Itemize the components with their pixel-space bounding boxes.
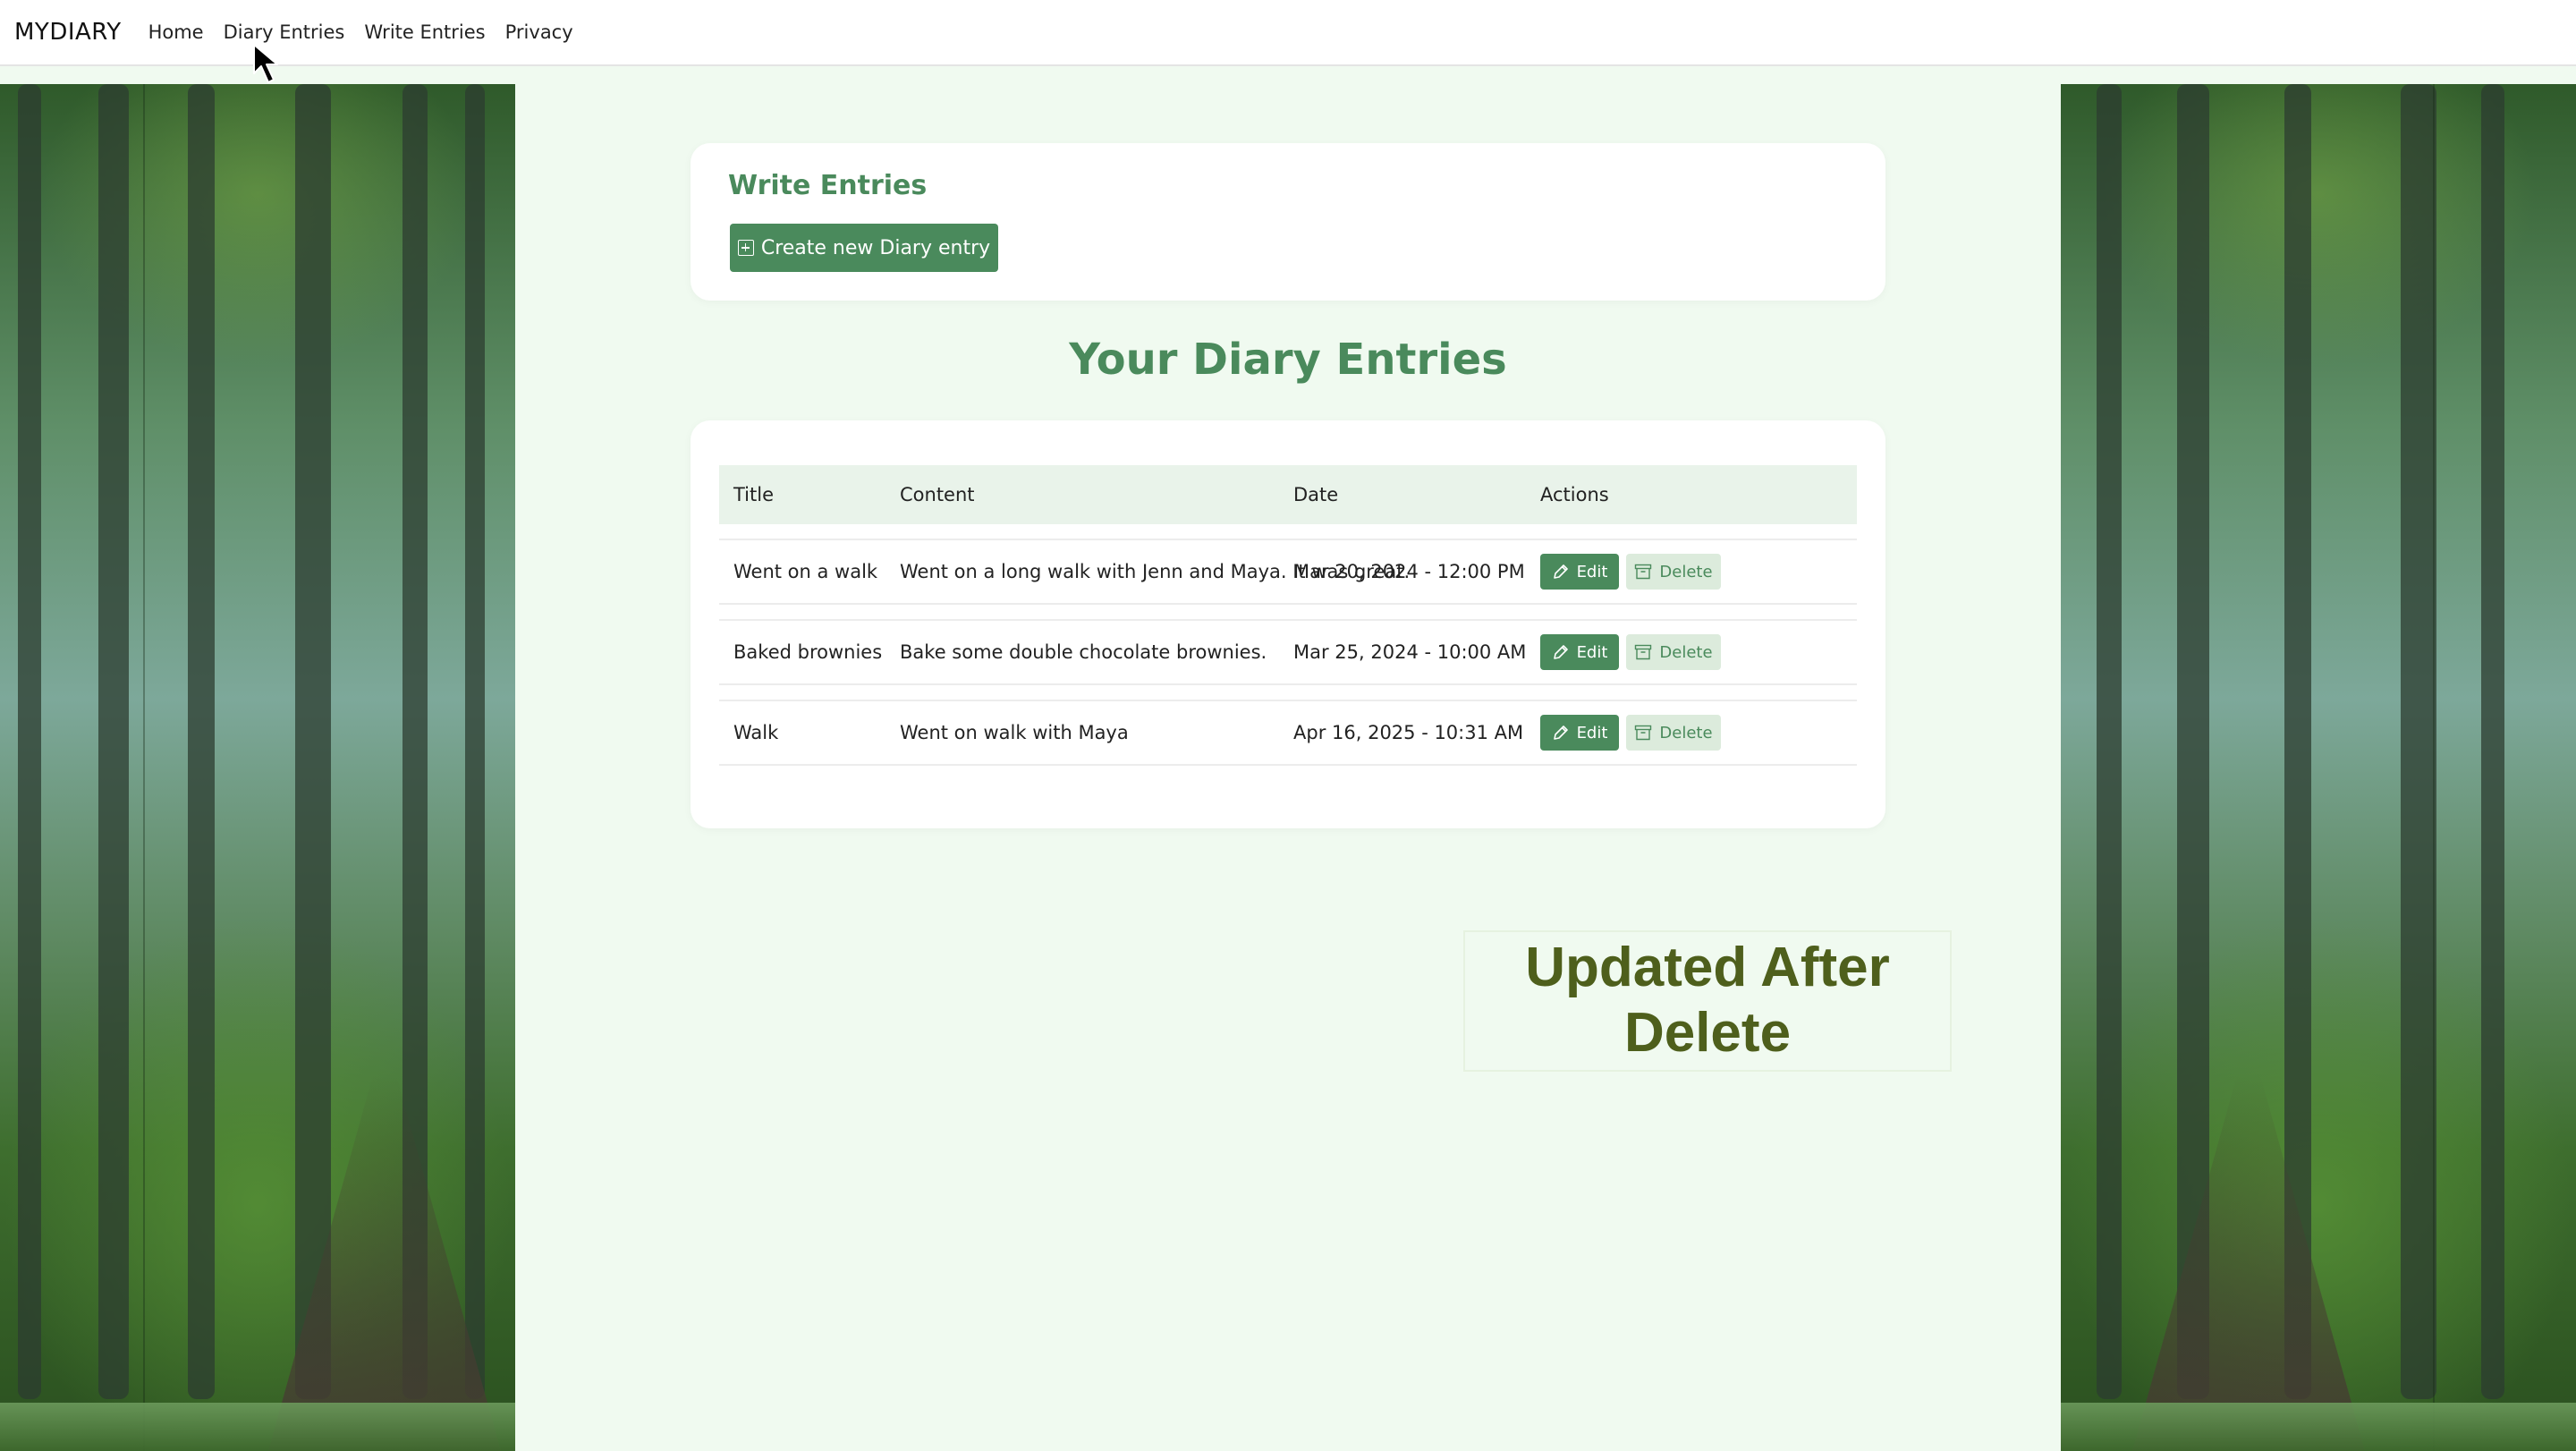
nav-link-privacy[interactable]: Privacy <box>505 21 573 43</box>
archive-icon <box>1634 564 1652 580</box>
column-header-actions: Actions <box>1540 484 1609 505</box>
table-header: Title Content Date Actions <box>719 465 1857 524</box>
delete-label: Delete <box>1659 562 1713 581</box>
nav-link-home[interactable]: Home <box>148 21 204 43</box>
edit-label: Edit <box>1576 642 1608 662</box>
brand-logo[interactable]: MYDIARY <box>14 19 122 46</box>
column-header-date: Date <box>1293 484 1339 505</box>
page-title: Your Diary Entries <box>1069 335 1507 385</box>
archive-icon <box>1634 725 1652 741</box>
column-header-content: Content <box>900 484 975 505</box>
delete-button[interactable]: Delete <box>1626 634 1721 670</box>
mouse-cursor-icon <box>252 43 288 89</box>
update-notice: Updated After Delete <box>1463 930 1952 1072</box>
write-entries-title: Write Entries <box>728 170 928 201</box>
edit-button[interactable]: Edit <box>1540 634 1619 670</box>
table-row: Went on a walk Went on a long walk with … <box>719 539 1857 605</box>
top-navbar: MYDIARY Home Diary Entries Write Entries… <box>0 0 2576 66</box>
column-header-title: Title <box>733 484 775 505</box>
archive-icon <box>1634 644 1652 660</box>
diary-entries-table: Title Content Date Actions Went on a wal… <box>691 420 1885 828</box>
forest-background-left <box>0 84 515 1451</box>
edit-label: Edit <box>1576 562 1608 581</box>
delete-label: Delete <box>1659 723 1713 742</box>
pencil-icon <box>1552 563 1570 581</box>
entry-content: Went on walk with Maya <box>900 722 1129 743</box>
entry-title: Baked brownies <box>733 641 883 663</box>
delete-label: Delete <box>1659 642 1713 662</box>
entry-date: Mar 25, 2024 - 10:00 AM <box>1293 641 1527 663</box>
entry-title: Went on a walk <box>733 561 878 582</box>
table-row: Walk Went on walk with Maya Apr 16, 2025… <box>719 700 1857 766</box>
pencil-icon <box>1552 724 1570 742</box>
create-entry-label: Create new Diary entry <box>760 236 991 259</box>
create-entry-button[interactable]: Create new Diary entry <box>730 224 998 272</box>
plus-square-icon <box>737 240 754 256</box>
entry-date: Mar 20, 2024 - 12:00 PM <box>1293 561 1525 582</box>
forest-background-right <box>2061 84 2576 1451</box>
pencil-icon <box>1552 643 1570 661</box>
entry-date: Apr 16, 2025 - 10:31 AM <box>1293 722 1524 743</box>
delete-button[interactable]: Delete <box>1626 554 1721 590</box>
edit-label: Edit <box>1576 723 1608 742</box>
entry-title: Walk <box>733 722 779 743</box>
edit-button[interactable]: Edit <box>1540 554 1619 590</box>
table-row: Baked brownies Bake some double chocolat… <box>719 619 1857 685</box>
write-entries-card: Write Entries Create new Diary entry <box>691 143 1885 301</box>
edit-button[interactable]: Edit <box>1540 715 1619 751</box>
entry-content: Bake some double chocolate brownies. <box>900 641 1267 663</box>
nav-link-diary-entries[interactable]: Diary Entries <box>224 21 345 43</box>
nav-link-write-entries[interactable]: Write Entries <box>364 21 485 43</box>
delete-button[interactable]: Delete <box>1626 715 1721 751</box>
